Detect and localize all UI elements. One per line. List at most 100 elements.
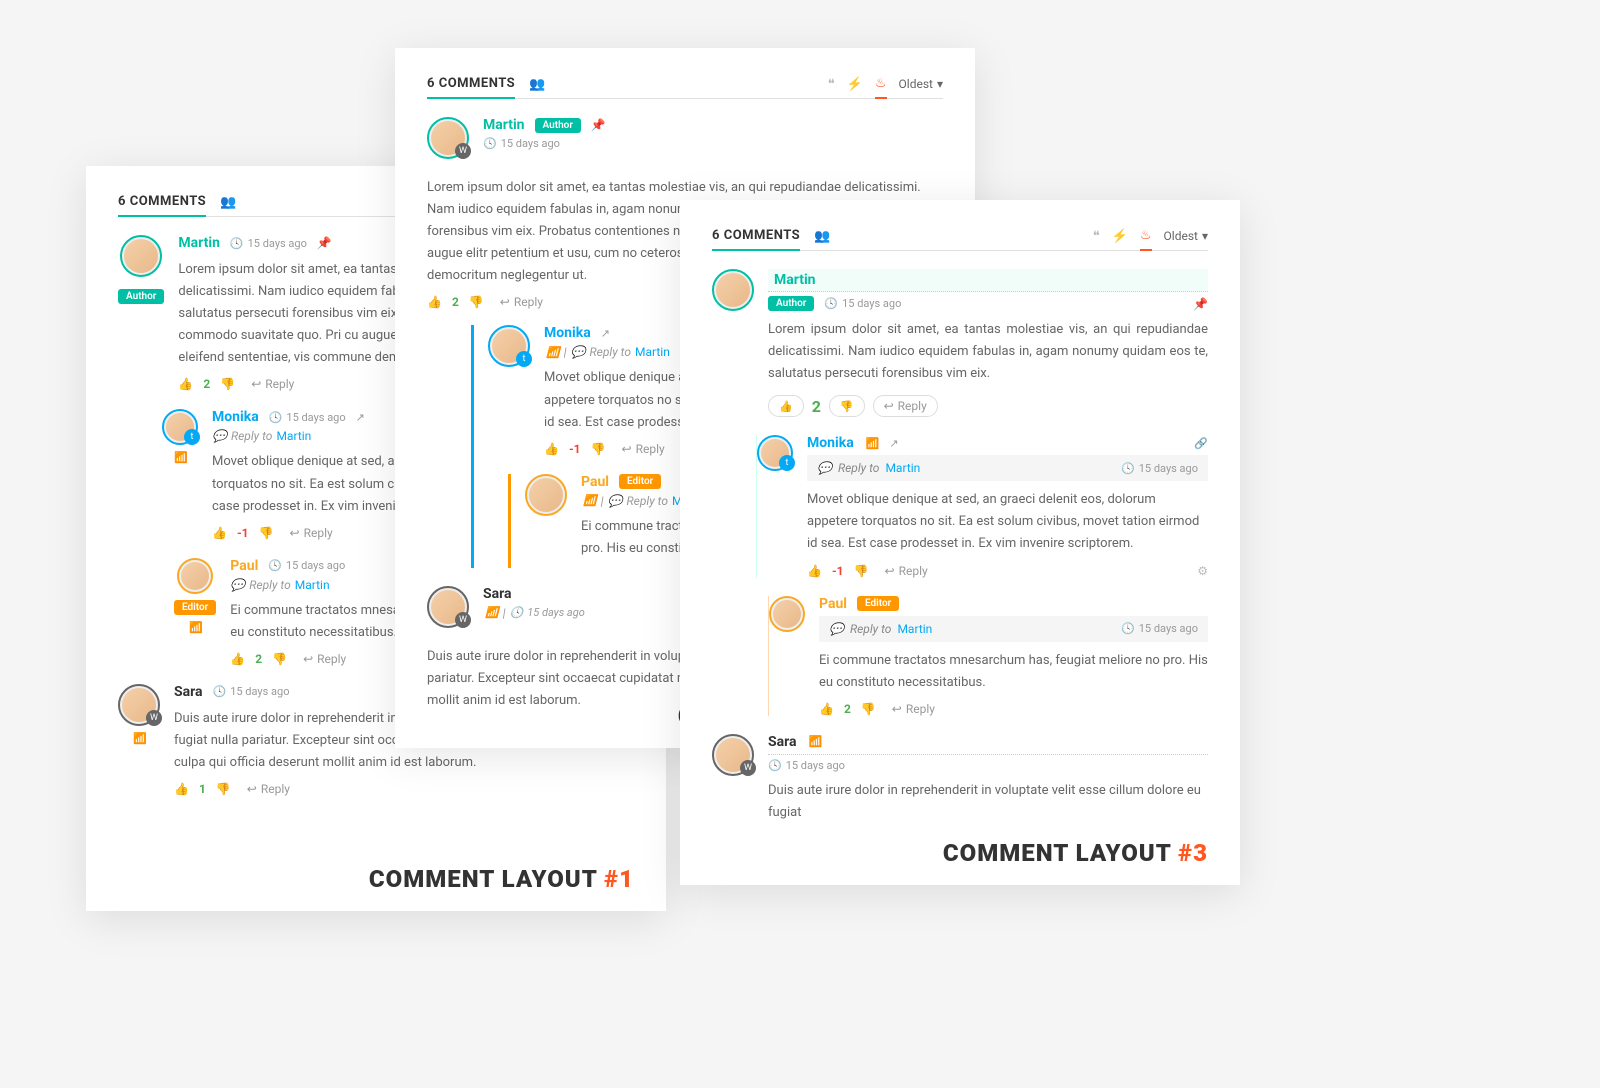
- vote-count: -1: [569, 442, 581, 456]
- author-name[interactable]: Monika: [212, 409, 259, 425]
- avatar[interactable]: W: [118, 684, 160, 726]
- author-name[interactable]: Monika: [544, 325, 591, 341]
- rss-icon[interactable]: 📶: [583, 494, 597, 507]
- reply-to-bar: 💬Reply toMartin 🕓15 days ago: [819, 616, 1208, 642]
- avatar[interactable]: W: [427, 586, 469, 628]
- layout-title: COMMENT LAYOUT #1: [369, 865, 634, 893]
- wordpress-icon: W: [455, 143, 471, 159]
- user-settings-icon[interactable]: 👥: [814, 229, 830, 244]
- reply-bubble-icon: 💬: [230, 578, 245, 592]
- thumb-up-icon[interactable]: 👍: [807, 564, 822, 578]
- rss-icon[interactable]: 📶: [189, 621, 203, 634]
- thumb-down-icon[interactable]: 👎: [469, 295, 484, 309]
- thumb-down-icon[interactable]: 👎: [259, 526, 274, 540]
- pin-icon[interactable]: 📌: [317, 236, 332, 250]
- author-name[interactable]: Monika: [807, 435, 854, 451]
- fire-icon[interactable]: ♨: [1140, 228, 1152, 251]
- user-settings-icon[interactable]: 👥: [220, 195, 236, 210]
- reply-button[interactable]: ↩Reply: [873, 395, 938, 417]
- pin-icon[interactable]: 📌: [591, 118, 606, 132]
- vote-pill[interactable]: 👍: [768, 395, 804, 417]
- bolt-icon[interactable]: ⚡: [1112, 229, 1128, 244]
- clock-icon: 🕓: [213, 685, 227, 698]
- wordpress-icon: W: [455, 612, 471, 628]
- thumb-down-icon[interactable]: 👎: [220, 377, 235, 391]
- reply-button[interactable]: ↩Reply: [892, 702, 935, 716]
- reply-bubble-icon: 💬: [608, 494, 623, 508]
- thumb-up-icon[interactable]: 👍: [427, 295, 442, 309]
- clock-icon: 🕓: [1121, 622, 1135, 635]
- chevron-down-icon: ▾: [937, 77, 943, 91]
- timestamp: 🕓15 days ago: [483, 137, 943, 150]
- comments-count: 6 COMMENTS: [427, 76, 515, 99]
- share-icon[interactable]: ↗: [601, 327, 610, 340]
- thumb-up-icon[interactable]: 👍: [230, 652, 245, 666]
- author-name[interactable]: Sara: [174, 684, 203, 700]
- clock-icon: 🕓: [824, 297, 838, 310]
- pin-icon[interactable]: 📌: [1193, 297, 1208, 311]
- sort-dropdown[interactable]: Oldest ▾: [1164, 229, 1208, 243]
- quote-icon[interactable]: ❝: [828, 77, 835, 92]
- avatar[interactable]: [177, 558, 213, 594]
- reply-button[interactable]: ↩Reply: [303, 652, 346, 666]
- thumb-down-icon: 👎: [840, 400, 854, 413]
- thumb-down-icon[interactable]: 👎: [861, 702, 876, 716]
- reply-button[interactable]: ↩Reply: [247, 782, 290, 796]
- avatar[interactable]: [525, 474, 567, 516]
- reply-button[interactable]: ↩Reply: [622, 442, 665, 456]
- thumb-down-icon[interactable]: 👎: [591, 442, 606, 456]
- avatar[interactable]: t: [488, 325, 530, 367]
- reply-button[interactable]: ↩Reply: [251, 377, 294, 391]
- author-name[interactable]: Sara: [768, 734, 797, 750]
- bolt-icon[interactable]: ⚡: [847, 77, 863, 92]
- avatar[interactable]: W: [427, 117, 469, 159]
- thumb-down-icon[interactable]: 👎: [854, 564, 869, 578]
- rss-icon[interactable]: 📶: [866, 437, 880, 450]
- role-badge: Editor: [619, 474, 661, 489]
- sort-dropdown[interactable]: Oldest ▾: [899, 77, 943, 91]
- link-icon[interactable]: 🔗: [1194, 437, 1208, 450]
- author-name[interactable]: Sara: [483, 586, 512, 602]
- avatar[interactable]: [120, 235, 162, 277]
- thumb-up-icon[interactable]: 👍: [819, 702, 834, 716]
- fire-icon[interactable]: ♨: [875, 76, 887, 99]
- user-settings-icon[interactable]: 👥: [529, 77, 545, 92]
- reply-button[interactable]: ↩Reply: [500, 295, 543, 309]
- author-name[interactable]: Martin: [774, 272, 816, 288]
- avatar[interactable]: W: [712, 734, 754, 776]
- share-icon[interactable]: ↗: [356, 411, 365, 424]
- thumb-up-icon[interactable]: 👍: [544, 442, 559, 456]
- quote-icon[interactable]: ❝: [1093, 229, 1100, 244]
- thumb-up-icon[interactable]: 👍: [174, 782, 189, 796]
- avatar[interactable]: t: [757, 435, 793, 471]
- rss-icon[interactable]: 📶: [546, 346, 560, 359]
- author-name[interactable]: Paul: [819, 596, 847, 612]
- thumb-down-icon[interactable]: 👎: [216, 782, 231, 796]
- author-name[interactable]: Martin: [178, 235, 220, 251]
- sort-label: Oldest: [899, 77, 933, 91]
- role-badge: Author: [535, 118, 581, 133]
- clock-icon: 🕓: [1121, 462, 1135, 475]
- comments-count: 6 COMMENTS: [712, 228, 800, 251]
- avatar[interactable]: [769, 596, 805, 632]
- rss-icon[interactable]: 📶: [809, 735, 823, 748]
- author-name[interactable]: Paul: [581, 474, 609, 490]
- avatar[interactable]: [712, 269, 754, 311]
- rss-icon[interactable]: 📶: [485, 606, 499, 619]
- reply-button[interactable]: ↩Reply: [290, 526, 333, 540]
- reply-arrow-icon: ↩: [251, 377, 261, 391]
- avatar[interactable]: t: [162, 409, 198, 445]
- vote-count: 2: [452, 295, 459, 309]
- thumb-up-icon[interactable]: 👍: [178, 377, 193, 391]
- rss-icon[interactable]: 📶: [174, 451, 188, 464]
- vote-pill[interactable]: 👎: [829, 395, 865, 417]
- share-icon[interactable]: ↗: [889, 437, 898, 450]
- author-name[interactable]: Paul: [230, 558, 258, 574]
- reply-button[interactable]: ↩Reply: [885, 564, 928, 578]
- thumb-down-icon[interactable]: 👎: [272, 652, 287, 666]
- gear-icon[interactable]: ⚙: [1197, 564, 1208, 578]
- thumb-up-icon[interactable]: 👍: [212, 526, 227, 540]
- rss-icon[interactable]: 📶: [133, 732, 147, 745]
- author-name[interactable]: Martin: [483, 117, 525, 133]
- reply-arrow-icon: ↩: [290, 526, 300, 540]
